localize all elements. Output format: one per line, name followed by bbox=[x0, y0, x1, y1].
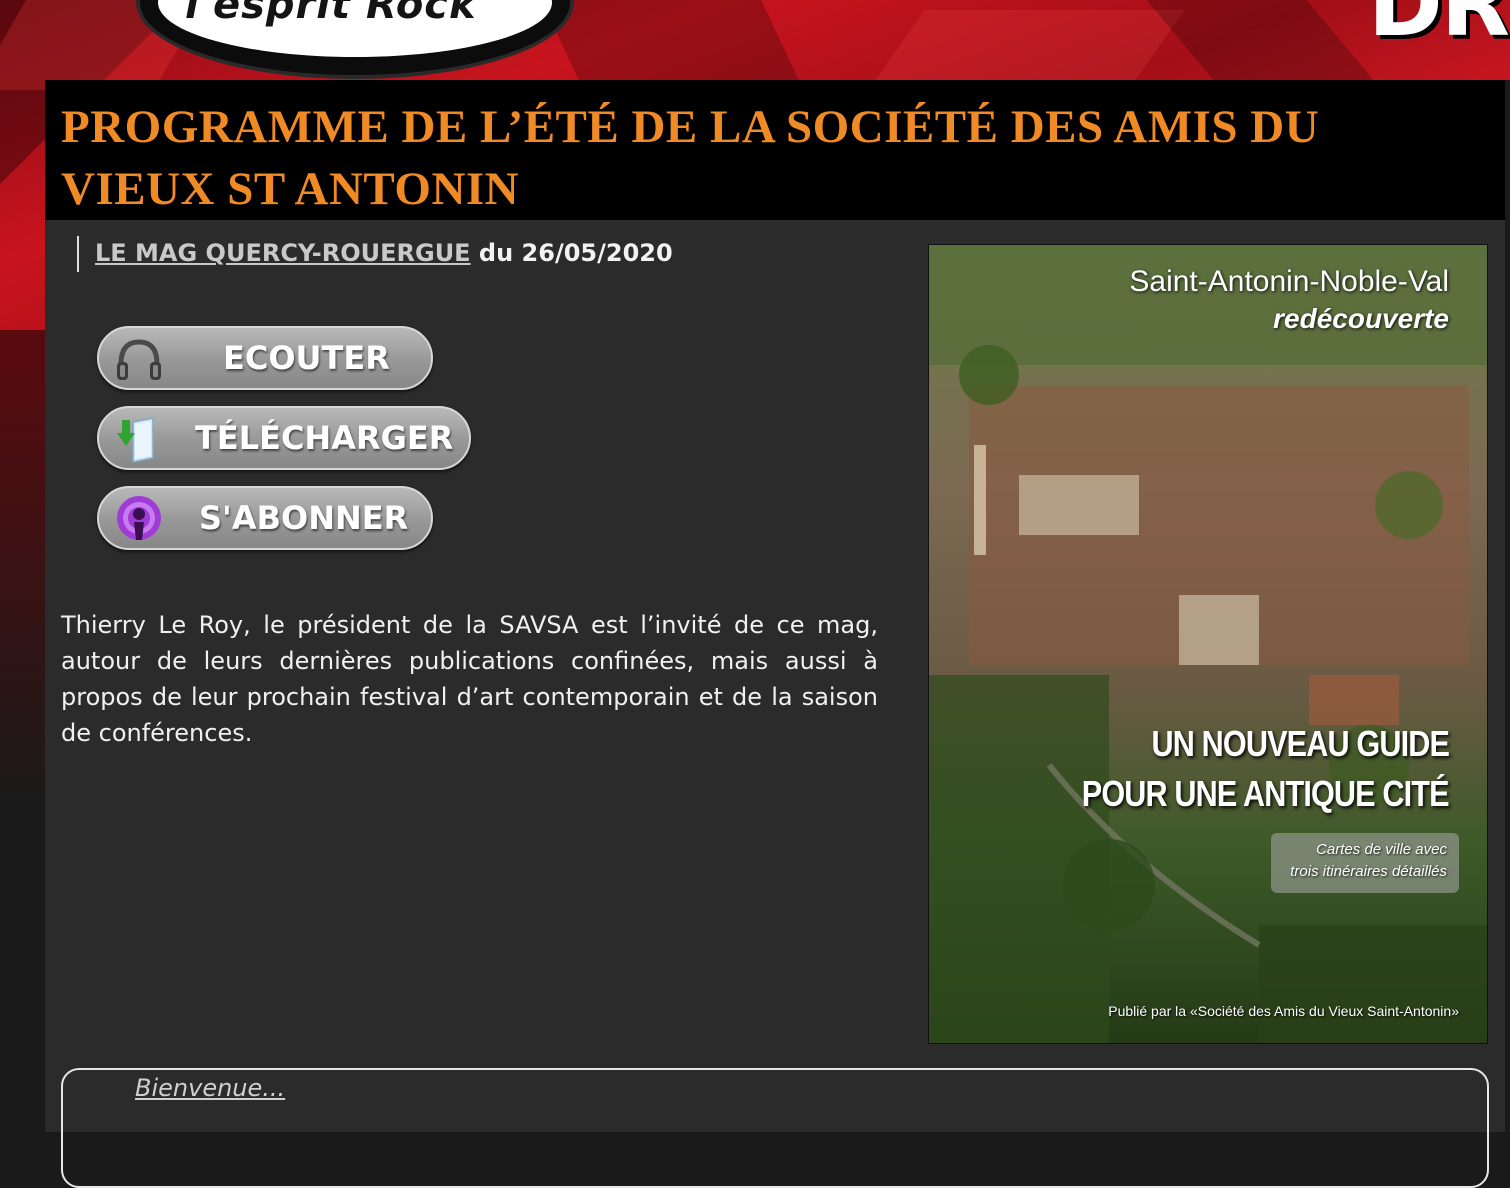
logo-text[interactable]: l'esprit Rock bbox=[185, 0, 477, 28]
banner-shard bbox=[1146, 0, 1374, 80]
town-aerial-photo bbox=[929, 245, 1487, 1043]
banner-shard bbox=[541, 0, 799, 80]
headphones-icon bbox=[117, 339, 161, 380]
listen-label: ECOUTER bbox=[223, 339, 390, 377]
article-panel: PROGRAMME DE L’ÉTÉ DE LA SOCIÉTÉ DES AMI… bbox=[45, 80, 1505, 1188]
cover-badge-text: trois itinéraires détaillés bbox=[1290, 863, 1447, 880]
podcast-icon bbox=[117, 496, 161, 540]
cover-headline: UN NOUVEAU GUIDE bbox=[1151, 723, 1449, 764]
download-button[interactable]: TÉLÉCHARGER bbox=[97, 406, 471, 470]
cover-publisher: Publié par la «Société des Amis du Vieux… bbox=[1108, 1003, 1459, 1019]
partner-logo: DR bbox=[1350, 0, 1510, 62]
cover-headline: POUR UNE ANTIQUE CITÉ bbox=[1082, 773, 1450, 814]
side-shadow bbox=[0, 330, 45, 1132]
cover-town-name: Saint-Antonin-Noble-Val bbox=[1129, 265, 1449, 298]
side-shadow bbox=[1505, 80, 1510, 1132]
article-date: du 26/05/2020 bbox=[470, 239, 673, 267]
guide-cover-image: Saint-Antonin-Noble-Val redécouverte UN … bbox=[928, 244, 1488, 1044]
download-label: TÉLÉCHARGER bbox=[195, 419, 454, 457]
article-source: LE MAG QUERCY-ROUERGUE du 26/05/2020 bbox=[77, 236, 673, 272]
cover-badge-text: Cartes de ville avec bbox=[1316, 841, 1447, 858]
title-bar: PROGRAMME DE L’ÉTÉ DE LA SOCIÉTÉ DES AMI… bbox=[45, 80, 1505, 220]
article-description: Thierry Le Roy, le président de la SAVSA… bbox=[61, 611, 878, 747]
banner-shard bbox=[875, 10, 1185, 80]
subscribe-button[interactable]: S'ABONNER bbox=[97, 486, 433, 550]
cover-subtitle: redécouverte bbox=[1273, 303, 1449, 334]
download-icon bbox=[117, 417, 154, 463]
show-link[interactable]: LE MAG QUERCY-ROUERGUE bbox=[95, 239, 471, 267]
welcome-box: Bienvenue... bbox=[61, 1068, 1489, 1188]
welcome-link[interactable]: Bienvenue... bbox=[135, 1074, 285, 1102]
listen-button[interactable]: ECOUTER bbox=[97, 326, 433, 390]
article-title: PROGRAMME DE L’ÉTÉ DE LA SOCIÉTÉ DES AMI… bbox=[61, 101, 1320, 215]
partner-logo-text: DR bbox=[1368, 0, 1510, 57]
subscribe-label: S'ABONNER bbox=[199, 499, 409, 537]
